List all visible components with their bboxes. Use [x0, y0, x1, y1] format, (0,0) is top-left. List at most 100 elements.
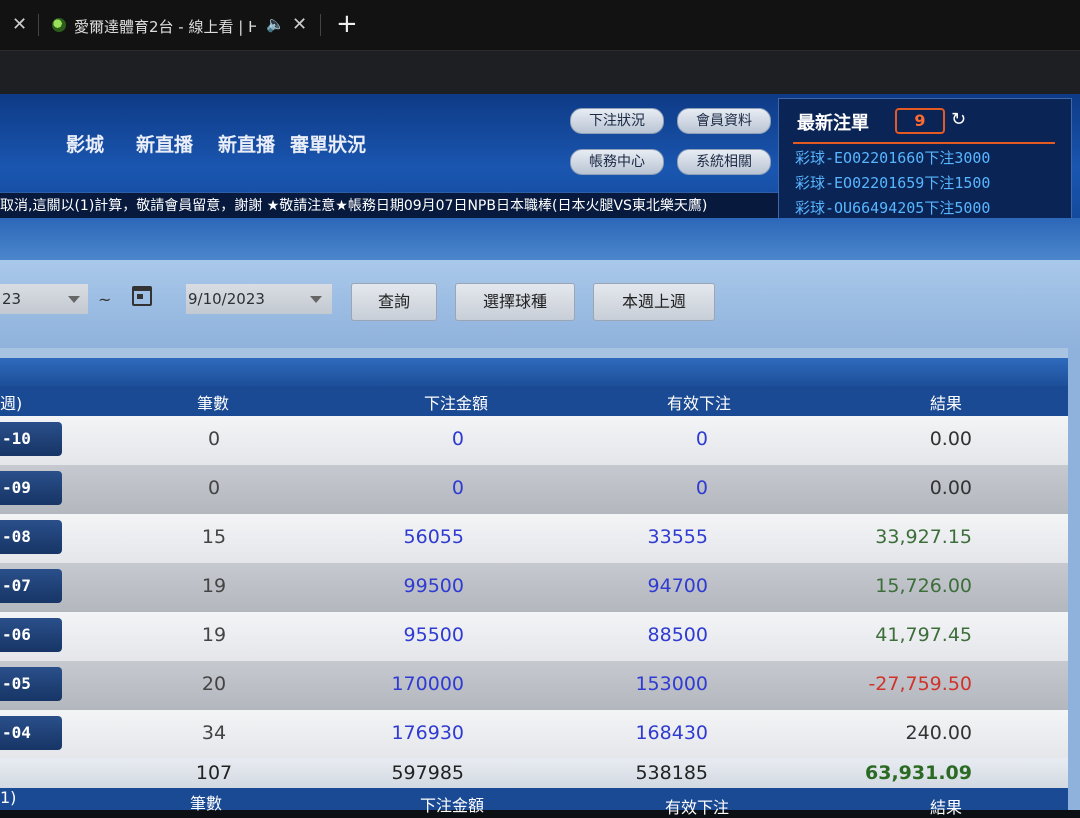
- this-last-week-button[interactable]: 本週上週: [593, 283, 715, 321]
- start-date-select[interactable]: 23: [0, 284, 88, 314]
- chevron-down-icon: [68, 296, 80, 303]
- column-header-count: 筆數: [190, 794, 223, 813]
- row-count: 0: [207, 428, 221, 450]
- table-row: -09 0 0 0 0.00: [0, 465, 1068, 514]
- close-icon[interactable]: ✕: [12, 14, 27, 35]
- end-date-value: 9/10/2023: [188, 290, 265, 308]
- table-header: 週) 筆數 下注金額 有效下注 結果: [0, 386, 1068, 416]
- row-count: 0: [207, 477, 221, 499]
- latest-bets-panel: 最新注單 9 ↻ 彩球-EO02201660下注3000 彩球-EO022016…: [778, 98, 1072, 220]
- row-result: 0.00: [929, 477, 972, 499]
- section-band: [0, 218, 1080, 260]
- calendar-icon[interactable]: [132, 286, 152, 306]
- row-result: -27,759.50: [868, 673, 972, 695]
- row-valid-bet[interactable]: 94700: [568, 575, 708, 597]
- table-row: -07 19 99500 94700 15,726.00: [0, 563, 1068, 612]
- column-header-result: 結果: [930, 798, 963, 817]
- column-header-date: 週): [0, 394, 23, 413]
- row-count: 15: [201, 526, 227, 548]
- table-footer-header: 1) 筆數 下注金額 有效下注 結果: [0, 788, 1068, 817]
- divider: [793, 142, 1055, 144]
- start-date-value: 23: [2, 290, 22, 308]
- total-count: 107: [195, 762, 233, 784]
- chevron-down-icon: [310, 296, 322, 303]
- tab-divider: [38, 14, 39, 36]
- latest-bet-item[interactable]: 彩球-EO02201660下注3000: [795, 147, 990, 168]
- row-valid-bet[interactable]: 0: [568, 428, 708, 450]
- row-bet-amount[interactable]: 170000: [324, 673, 464, 695]
- row-result: 41,797.45: [875, 624, 972, 646]
- table-total-row: 107 597985 538185 63,931.09: [0, 758, 1068, 788]
- date-button[interactable]: -06: [0, 618, 62, 652]
- latest-bets-count-badge: 9: [895, 108, 945, 134]
- latest-bets-title: 最新注單: [797, 113, 869, 134]
- select-sport-button[interactable]: 選擇球種: [455, 283, 575, 321]
- table-row: -10 0 0 0 0.00: [0, 416, 1068, 465]
- close-icon[interactable]: ✕: [292, 14, 307, 35]
- row-bet-amount[interactable]: 56055: [324, 526, 464, 548]
- site-favicon-icon: [52, 18, 66, 32]
- nav-item-review-status[interactable]: 審單狀況: [290, 130, 366, 157]
- total-valid-bet: 538185: [635, 762, 708, 784]
- date-button[interactable]: -05: [0, 667, 62, 701]
- row-bet-amount[interactable]: 95500: [324, 624, 464, 646]
- row-valid-bet[interactable]: 0: [568, 477, 708, 499]
- column-header-date: 1): [0, 788, 17, 807]
- date-button[interactable]: -08: [0, 520, 62, 554]
- date-button[interactable]: -10: [0, 422, 62, 456]
- date-button[interactable]: -07: [0, 569, 62, 603]
- announcement-marquee: 取消,這關以(1)計算，敬請會員留意，謝謝 ★敬請注意★帳務日期09月07日NP…: [0, 192, 778, 219]
- column-header-count: 筆數: [197, 394, 230, 413]
- tab-title[interactable]: 愛爾達體育2台 - 線上看 | Ha: [74, 16, 256, 37]
- table-row: -06 19 95500 88500 41,797.45: [0, 612, 1068, 661]
- column-header-valid-bet: 有效下注: [667, 394, 732, 413]
- end-date-select[interactable]: 9/10/2023: [186, 284, 332, 314]
- date-button[interactable]: -04: [0, 716, 62, 750]
- column-header-valid-bet: 有效下注: [665, 798, 730, 817]
- date-button[interactable]: -09: [0, 471, 62, 505]
- account-center-button[interactable]: 帳務中心: [570, 149, 664, 175]
- row-result: 0.00: [929, 428, 972, 450]
- date-range-separator: ~: [98, 290, 112, 309]
- marquee-text: 取消,這關以(1)計算，敬請會員留意，謝謝 ★敬請注意★帳務日期09月07日NP…: [0, 198, 708, 214]
- column-header-result: 結果: [930, 394, 963, 413]
- row-valid-bet[interactable]: 153000: [568, 673, 708, 695]
- query-button[interactable]: 查詢: [351, 283, 437, 321]
- nav-item-live-2[interactable]: 新直播: [218, 130, 275, 157]
- nav-item-live-1[interactable]: 新直播: [136, 130, 193, 157]
- row-count: 34: [201, 722, 227, 744]
- scrollbar[interactable]: [1068, 348, 1080, 810]
- row-bet-amount[interactable]: 176930: [324, 722, 464, 744]
- total-bet-amount: 597985: [391, 762, 464, 784]
- bet-status-button[interactable]: 下注狀況: [570, 108, 664, 134]
- nav-item-cinema[interactable]: 影城: [66, 130, 104, 157]
- total-result: 63,931.09: [865, 762, 972, 784]
- table-row: -05 20 170000 153000 -27,759.50: [0, 661, 1068, 710]
- row-bet-amount[interactable]: 99500: [324, 575, 464, 597]
- row-count: 19: [201, 575, 227, 597]
- row-valid-bet[interactable]: 168430: [568, 722, 708, 744]
- system-settings-button[interactable]: 系統相關: [677, 149, 771, 175]
- row-result: 15,726.00: [875, 575, 972, 597]
- row-bet-amount[interactable]: 0: [324, 428, 464, 450]
- latest-bet-item[interactable]: 彩球-OU66494205下注5000: [795, 197, 990, 218]
- row-bet-amount[interactable]: 0: [324, 477, 464, 499]
- address-bar[interactable]: [0, 50, 1080, 95]
- table-row: -04 34 176930 168430 240.00: [0, 710, 1068, 759]
- row-count: 20: [201, 673, 227, 695]
- new-tab-button[interactable]: +: [336, 9, 358, 39]
- row-count: 19: [201, 624, 227, 646]
- row-valid-bet[interactable]: 33555: [568, 526, 708, 548]
- tab-divider: [320, 14, 321, 36]
- column-header-bet-amount: 下注金額: [424, 394, 489, 413]
- column-header-bet-amount: 下注金額: [420, 796, 485, 815]
- row-valid-bet[interactable]: 88500: [568, 624, 708, 646]
- row-result: 33,927.15: [875, 526, 972, 548]
- latest-bet-item[interactable]: 彩球-EO02201659下注1500: [795, 172, 990, 193]
- table-title-bar: [0, 358, 1068, 386]
- speaker-icon[interactable]: 🔈: [266, 15, 285, 33]
- browser-tab-bar: ✕ 愛爾達體育2台 - 線上看 | Ha 🔈 ✕ +: [0, 0, 1080, 50]
- row-result: 240.00: [905, 722, 972, 744]
- member-info-button[interactable]: 會員資料: [677, 108, 771, 134]
- refresh-icon[interactable]: ↻: [951, 109, 966, 130]
